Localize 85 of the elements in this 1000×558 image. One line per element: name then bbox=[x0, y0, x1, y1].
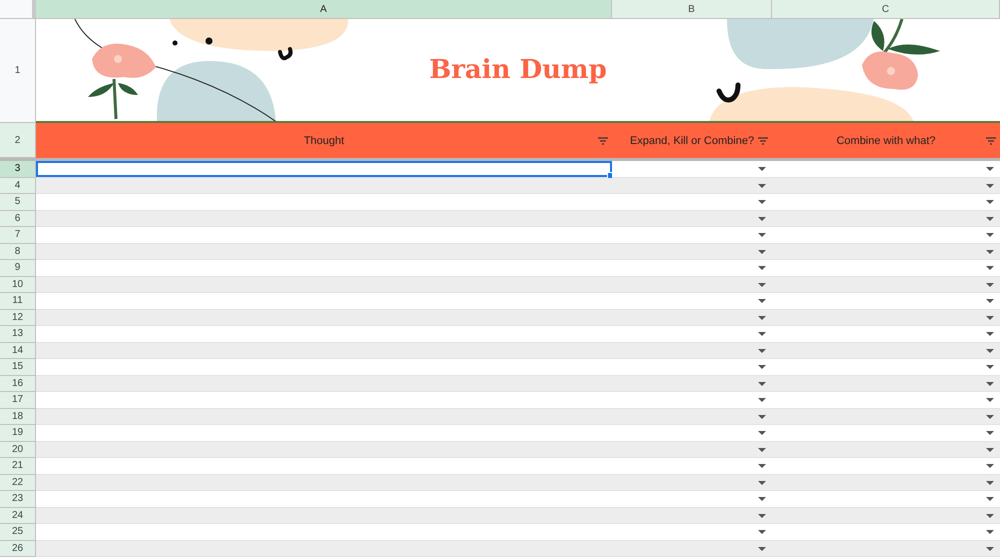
row-header[interactable]: 8 bbox=[0, 244, 36, 260]
dropdown-arrow-icon[interactable] bbox=[758, 530, 766, 534]
dropdown-arrow-icon[interactable] bbox=[986, 282, 994, 286]
row-header[interactable]: 4 bbox=[0, 178, 36, 194]
dropdown-arrow-icon[interactable] bbox=[758, 514, 766, 518]
dropdown-arrow-icon[interactable] bbox=[758, 316, 766, 320]
filter-icon[interactable] bbox=[986, 137, 996, 145]
filter-icon[interactable] bbox=[758, 137, 768, 145]
row-header[interactable]: 19 bbox=[0, 425, 36, 442]
row-header[interactable]: 22 bbox=[0, 474, 36, 491]
dropdown-arrow-icon[interactable] bbox=[986, 250, 994, 254]
dropdown-arrow-icon[interactable] bbox=[986, 332, 994, 336]
dropdown-arrow-icon[interactable] bbox=[986, 546, 994, 550]
row-header[interactable]: 23 bbox=[0, 491, 36, 508]
row-header[interactable]: 1 bbox=[0, 19, 36, 123]
dropdown-arrow-icon[interactable] bbox=[986, 365, 994, 369]
row-header[interactable]: 6 bbox=[0, 210, 36, 227]
dropdown-arrow-icon[interactable] bbox=[986, 514, 994, 518]
row-header[interactable]: 25 bbox=[0, 524, 36, 540]
row-header[interactable]: 18 bbox=[0, 408, 36, 425]
dropdown-arrow-icon[interactable] bbox=[758, 299, 766, 303]
dropdown-arrow-icon[interactable] bbox=[758, 266, 766, 270]
column-header[interactable]: B bbox=[612, 0, 772, 18]
dropdown-arrow-icon[interactable] bbox=[986, 398, 994, 402]
filter-icon[interactable] bbox=[598, 137, 608, 145]
dropdown-arrow-icon[interactable] bbox=[986, 382, 994, 386]
dropdown-arrow-icon[interactable] bbox=[986, 448, 994, 452]
dropdown-arrow-icon[interactable] bbox=[986, 184, 994, 188]
dropdown-arrow-icon[interactable] bbox=[986, 233, 994, 237]
dropdown-arrow-icon[interactable] bbox=[986, 200, 994, 204]
row-header[interactable]: 13 bbox=[0, 326, 36, 342]
dropdown-arrow-icon[interactable] bbox=[758, 448, 766, 452]
row-header[interactable]: 11 bbox=[0, 293, 36, 310]
dropdown-arrow-icon[interactable] bbox=[986, 464, 994, 468]
column-header[interactable]: C bbox=[772, 0, 1000, 18]
dropdown-arrow-icon[interactable] bbox=[758, 414, 766, 418]
column-title: Expand, Kill or Combine? bbox=[630, 134, 754, 146]
dropdown-arrow-icon[interactable] bbox=[758, 348, 766, 352]
row-header[interactable]: 2 bbox=[0, 123, 36, 158]
dropdown-arrow-icon[interactable] bbox=[758, 184, 766, 188]
dropdown-arrow-icon[interactable] bbox=[986, 216, 994, 220]
row-header[interactable]: 12 bbox=[0, 310, 36, 326]
dropdown-arrow-icon[interactable] bbox=[758, 365, 766, 369]
dropdown-arrow-icon[interactable] bbox=[758, 480, 766, 484]
row-header[interactable]: 7 bbox=[0, 227, 36, 244]
row-header[interactable]: 26 bbox=[0, 540, 36, 557]
dropdown-arrow-icon[interactable] bbox=[758, 382, 766, 386]
dropdown-arrow-icon[interactable] bbox=[758, 464, 766, 468]
dropdown-arrow-icon[interactable] bbox=[758, 546, 766, 550]
dropdown-arrow-icon[interactable] bbox=[758, 216, 766, 220]
row-header[interactable]: 17 bbox=[0, 392, 36, 408]
dropdown-arrow-icon[interactable] bbox=[986, 414, 994, 418]
row-header[interactable]: 16 bbox=[0, 376, 36, 392]
dropdown-arrow-icon[interactable] bbox=[986, 316, 994, 320]
dropdown-arrow-icon[interactable] bbox=[758, 332, 766, 336]
row-header[interactable]: 20 bbox=[0, 442, 36, 458]
column-header[interactable]: A bbox=[36, 0, 612, 18]
dropdown-arrow-icon[interactable] bbox=[758, 398, 766, 402]
dropdown-arrow-icon[interactable] bbox=[986, 480, 994, 484]
sheet-title: Brain Dump bbox=[429, 55, 607, 85]
column-title: Thought bbox=[304, 134, 344, 146]
dropdown-arrow-icon[interactable] bbox=[758, 431, 766, 435]
row-header[interactable]: 15 bbox=[0, 359, 36, 376]
dropdown-arrow-icon[interactable] bbox=[758, 282, 766, 286]
row-header[interactable]: 9 bbox=[0, 260, 36, 276]
row-header[interactable]: 5 bbox=[0, 194, 36, 210]
dropdown-arrow-icon[interactable] bbox=[758, 233, 766, 237]
column-title: Combine with what? bbox=[836, 134, 936, 146]
row-header[interactable]: 24 bbox=[0, 508, 36, 524]
row-header[interactable]: 21 bbox=[0, 458, 36, 474]
dropdown-arrow-icon[interactable] bbox=[986, 167, 994, 171]
dropdown-arrow-icon[interactable] bbox=[986, 497, 994, 501]
dropdown-arrow-icon[interactable] bbox=[986, 299, 994, 303]
row-header[interactable]: 14 bbox=[0, 342, 36, 359]
dropdown-arrow-icon[interactable] bbox=[758, 250, 766, 254]
dropdown-arrow-icon[interactable] bbox=[986, 266, 994, 270]
select-all-corner[interactable] bbox=[0, 0, 36, 18]
dropdown-arrow-icon[interactable] bbox=[758, 167, 766, 171]
row-header[interactable]: 10 bbox=[0, 276, 36, 293]
dropdown-arrow-icon[interactable] bbox=[986, 348, 994, 352]
dropdown-arrow-icon[interactable] bbox=[758, 200, 766, 204]
dropdown-arrow-icon[interactable] bbox=[986, 530, 994, 534]
dropdown-arrow-icon[interactable] bbox=[758, 497, 766, 501]
row-header[interactable]: 3 bbox=[0, 161, 36, 178]
dropdown-arrow-icon[interactable] bbox=[986, 431, 994, 435]
